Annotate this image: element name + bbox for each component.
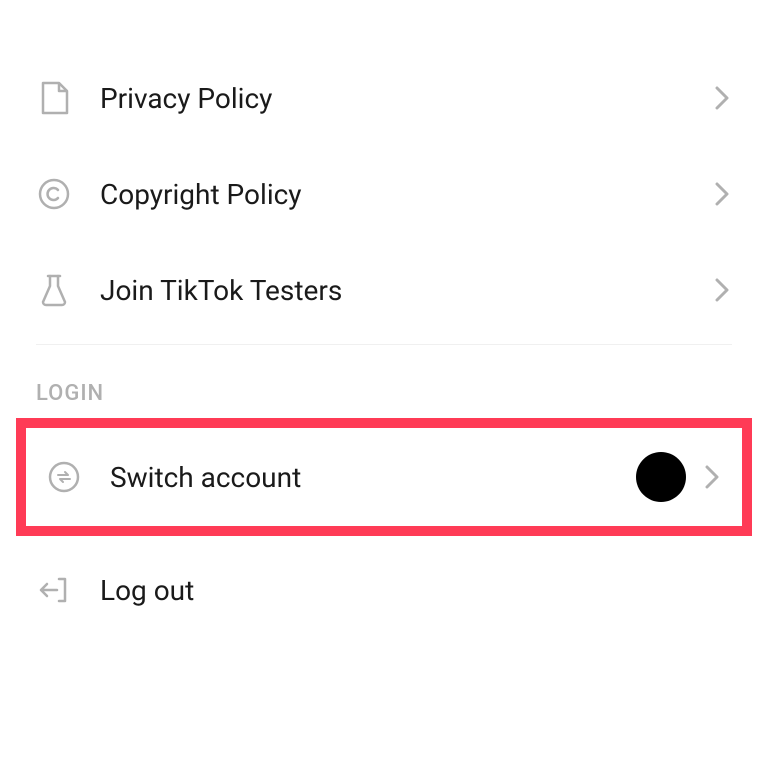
highlight-annotation: Switch account [16,418,752,536]
privacy-policy-label: Privacy Policy [100,82,712,115]
switch-account-label: Switch account [110,461,636,494]
chevron-right-icon [712,184,732,204]
copyright-icon [36,176,72,212]
log-out-label: Log out [100,574,732,607]
chevron-right-icon [712,280,732,300]
switch-account-row[interactable]: Switch account [26,428,742,526]
join-testers-row[interactable]: Join TikTok Testers [0,242,768,338]
chevron-right-icon [702,467,722,487]
avatar [636,452,686,502]
document-icon [36,80,72,116]
login-section-header: LOGIN [0,351,768,412]
chevron-right-icon [712,88,732,108]
switch-icon [46,459,82,495]
logout-icon [36,572,72,608]
privacy-policy-row[interactable]: Privacy Policy [0,50,768,146]
copyright-policy-label: Copyright Policy [100,178,712,211]
join-testers-label: Join TikTok Testers [100,274,712,307]
copyright-policy-row[interactable]: Copyright Policy [0,146,768,242]
flask-icon [36,272,72,308]
log-out-row[interactable]: Log out [0,542,768,638]
section-divider [36,344,732,345]
